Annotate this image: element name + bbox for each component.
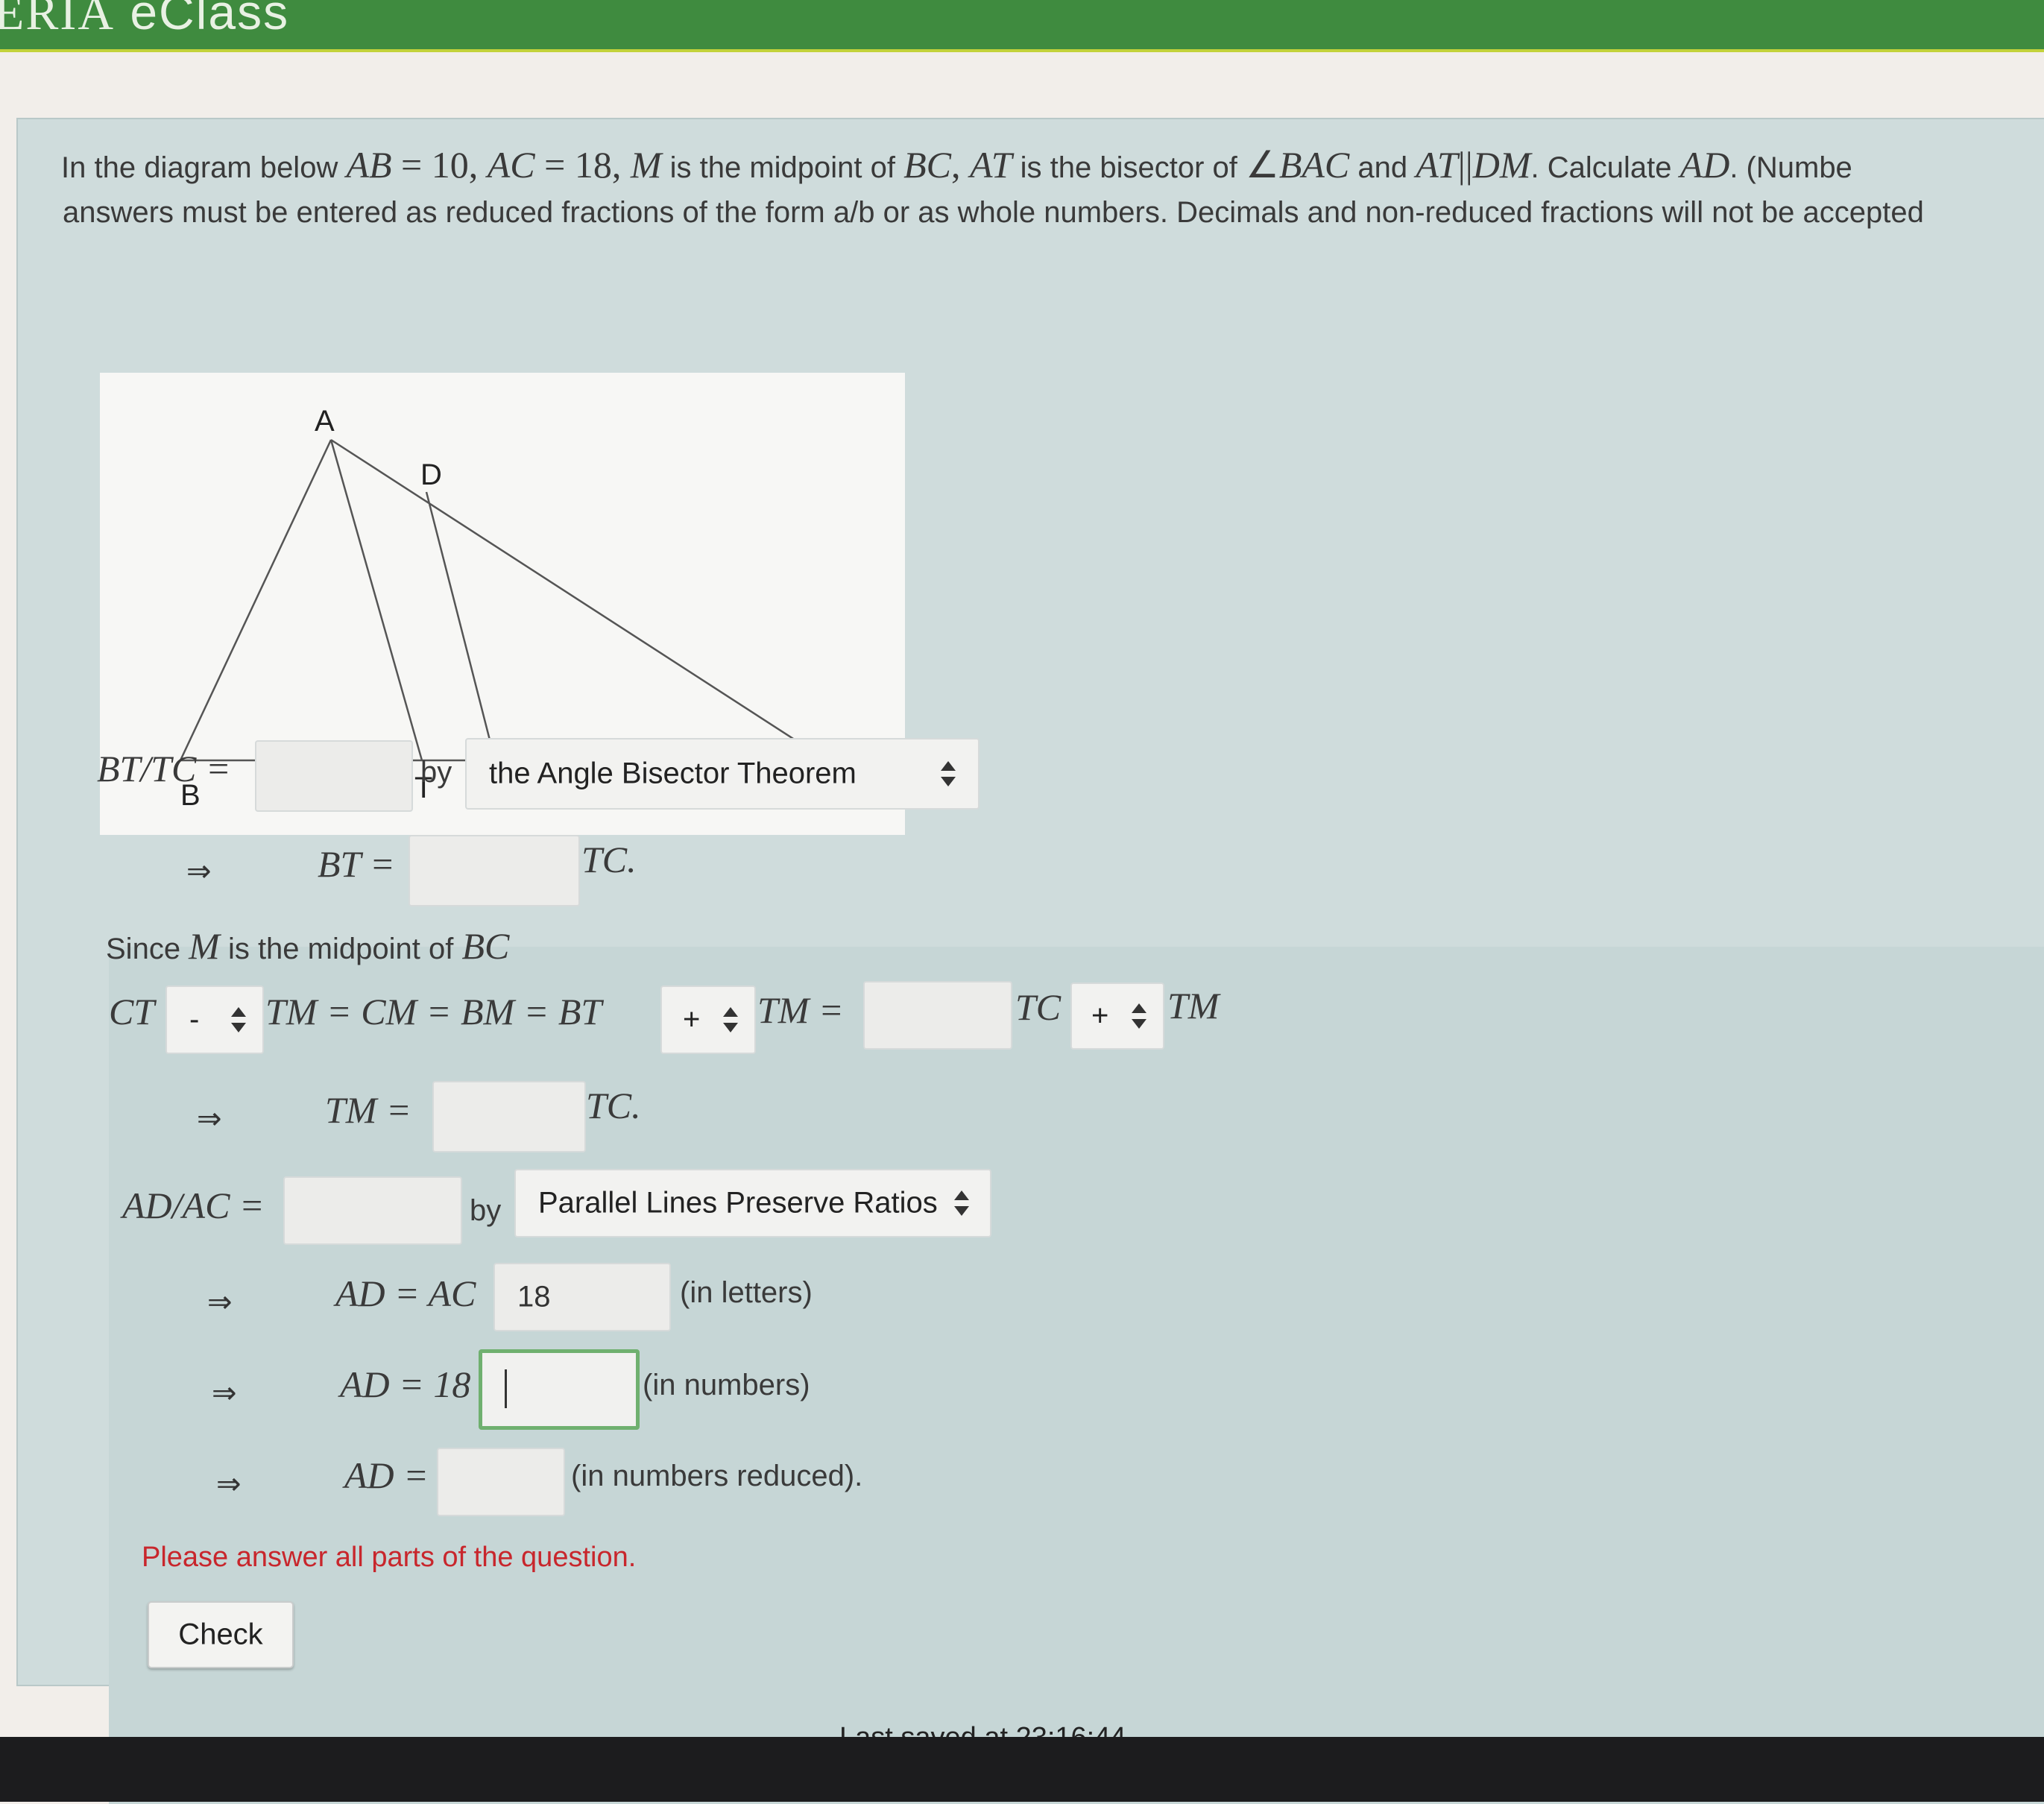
select-arrows-icon	[231, 1007, 246, 1032]
reason-select-1-value: the Angle Bisector Theorem	[489, 757, 857, 790]
q-math: = 10,	[391, 144, 488, 186]
by-label: by	[470, 1194, 502, 1227]
segment-AT	[329, 439, 423, 761]
bt-label: BT =	[318, 843, 395, 885]
q-text: is the bisector of	[1012, 151, 1246, 184]
in-numbers-reduced-note: (in numbers reduced).	[571, 1460, 863, 1492]
q-math: BAC	[1278, 144, 1350, 186]
ad-eq-label: AD =	[344, 1454, 429, 1496]
ad-numbers-input[interactable]	[479, 1349, 640, 1430]
implies-arrow: ⇒	[186, 854, 212, 889]
angle-symbol: ∠	[1246, 144, 1279, 186]
q-math: AD	[1679, 144, 1730, 186]
brand-logo[interactable]: ERIA eClass	[0, 0, 289, 42]
implies-arrow: ⇒	[197, 1102, 222, 1136]
operator-select-1-value: -	[189, 1003, 200, 1036]
q-math: ,	[951, 144, 971, 186]
brand-prefix: ERIA	[0, 0, 115, 40]
in-numbers-note: (in numbers)	[643, 1369, 810, 1401]
implies-arrow: ⇒	[216, 1467, 242, 1501]
text-cursor	[505, 1369, 507, 1408]
ad-eq-ac-label: AD = AC	[335, 1272, 476, 1314]
tc-label: TC	[1015, 986, 1062, 1028]
label-A: A	[315, 405, 335, 438]
q-math: BC	[903, 144, 952, 186]
q-text: . Calculate	[1530, 151, 1680, 184]
by-label: by	[420, 756, 452, 789]
select-arrows-icon	[954, 1190, 969, 1216]
since-text-1: Since	[106, 933, 189, 965]
q-math: AT	[970, 144, 1012, 186]
question-panel: In the diagram below AB = 10, AC = 18, M…	[16, 118, 2044, 1804]
tc-label: TC.	[586, 1085, 641, 1126]
q-text: and	[1349, 151, 1416, 184]
ct-label: CT	[109, 991, 155, 1032]
select-arrows-icon	[1132, 1003, 1146, 1029]
check-button[interactable]: Check	[148, 1601, 294, 1668]
question-line-2: answers must be entered as reduced fract…	[63, 196, 1924, 229]
q-math: AB	[346, 144, 392, 186]
bt-tc-input[interactable]	[255, 740, 413, 812]
since-text-2: is the midpoint of	[219, 933, 462, 965]
ad-ac-label: AD/AC =	[122, 1185, 265, 1226]
tm-coef-input-1[interactable]	[863, 981, 1012, 1050]
implies-arrow: ⇒	[212, 1376, 237, 1410]
brand-name: eClass	[130, 0, 290, 40]
segment-AC	[330, 438, 827, 762]
q-math: DM	[1472, 144, 1531, 186]
in-letters-note: (in letters)	[680, 1276, 813, 1309]
reason-select-2-value: Parallel Lines Preserve Ratios	[538, 1186, 938, 1220]
q-math: = 18,	[534, 144, 631, 186]
tc-label: TC.	[581, 839, 637, 880]
tm-coef-input-2[interactable]	[432, 1081, 586, 1152]
operator-select-1[interactable]: -	[165, 985, 264, 1054]
question-line-1: In the diagram below AB = 10, AC = 18, M…	[61, 142, 1852, 191]
reason-select-1[interactable]: the Angle Bisector Theorem	[465, 738, 980, 810]
bt-tc-label: BT/TC =	[97, 748, 231, 789]
q-math: AC	[487, 144, 535, 186]
implies-arrow: ⇒	[207, 1285, 233, 1319]
select-arrows-icon	[723, 1007, 738, 1032]
bt-coef-input[interactable]	[409, 835, 580, 906]
segment-DM	[425, 491, 496, 761]
tm-label: TM =	[325, 1089, 411, 1131]
q-math: M	[630, 144, 662, 186]
tm-label: TM	[1167, 985, 1220, 1026]
label-D: D	[420, 458, 442, 491]
reason-select-2[interactable]: Parallel Lines Preserve Ratios	[514, 1169, 991, 1237]
since-math-1: M	[189, 925, 220, 967]
operator-select-2-value: +	[683, 1003, 701, 1036]
ad-letters-value: 18	[517, 1280, 551, 1313]
equality-chain: TM = CM = BM = BT	[265, 991, 602, 1032]
since-math-2: BC	[461, 925, 510, 967]
ad-ac-input[interactable]	[283, 1176, 462, 1245]
operator-select-3-value: +	[1091, 999, 1109, 1032]
ad-eq-18-label: AD = 18	[340, 1363, 471, 1405]
ad-letters-input[interactable]: 18	[493, 1263, 671, 1331]
q-text: is the midpoint of	[661, 151, 904, 184]
select-arrows-icon	[941, 761, 956, 786]
top-bar: ERIA eClass	[0, 0, 2044, 52]
tm-eq-label: TM =	[757, 989, 844, 1031]
operator-select-3[interactable]: +	[1070, 983, 1164, 1050]
feedback-message: Please answer all parts of the question.	[142, 1542, 637, 1573]
parallel-symbol: ||	[1457, 144, 1473, 186]
q-math: AT	[1416, 144, 1458, 186]
operator-select-2[interactable]: +	[660, 985, 756, 1054]
since-text: Since M is the midpoint of BC	[106, 923, 509, 972]
q-text: In the diagram below	[61, 151, 347, 184]
screen-bezel	[0, 1737, 2044, 1802]
ad-reduced-input[interactable]	[437, 1448, 565, 1516]
check-button-label: Check	[178, 1618, 263, 1651]
q-text: . (Numbe	[1729, 151, 1852, 184]
segment-AB	[179, 439, 332, 761]
